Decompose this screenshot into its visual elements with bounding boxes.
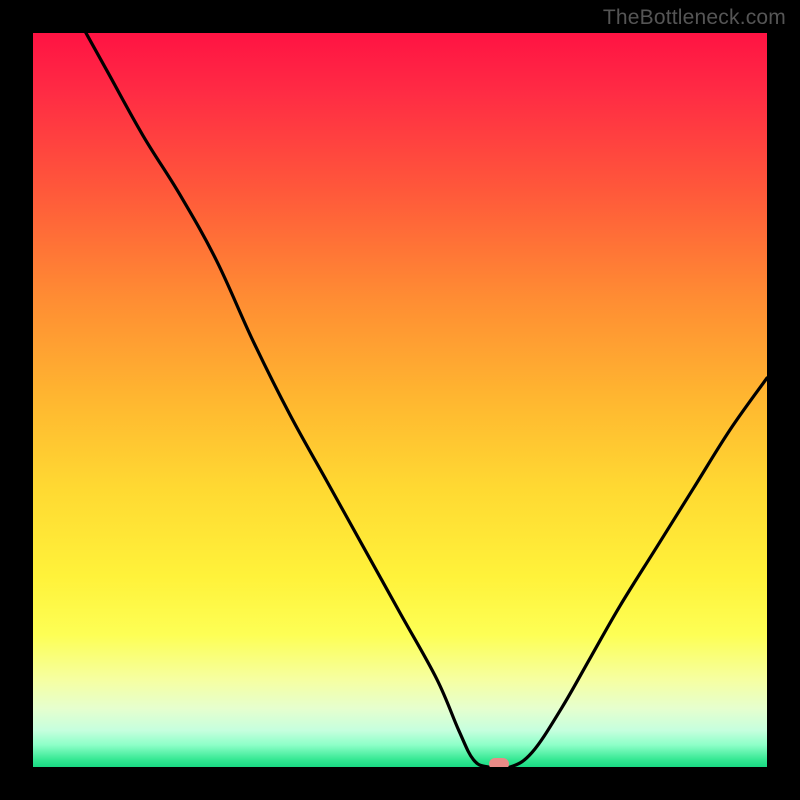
watermark-text: TheBottleneck.com [603,6,786,30]
bottleneck-curve [33,33,767,767]
chart-frame: TheBottleneck.com [0,0,800,800]
curve-path [33,33,767,767]
plot-area [33,33,767,767]
minimum-marker [489,758,509,767]
